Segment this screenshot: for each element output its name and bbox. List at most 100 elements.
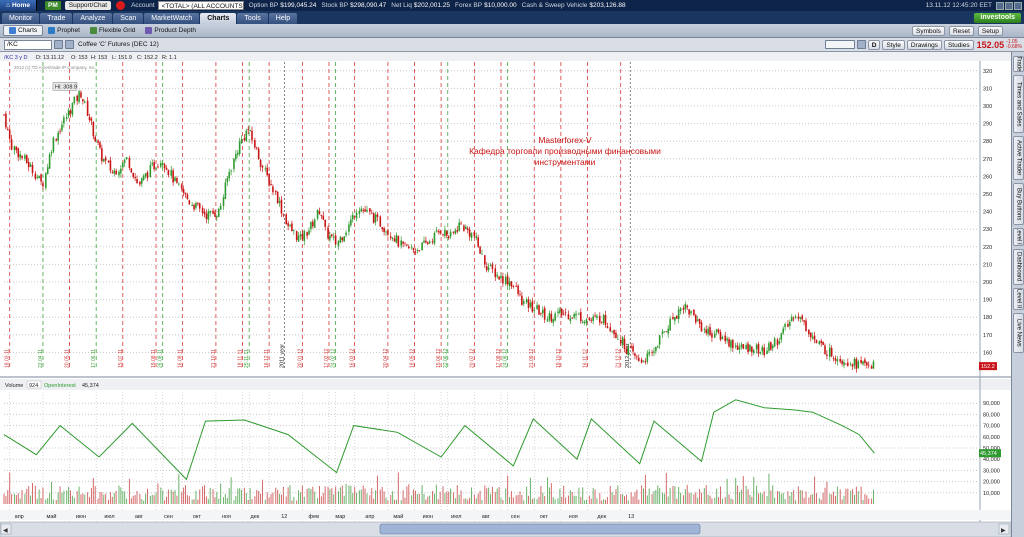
reset-button[interactable]: Reset <box>948 26 974 36</box>
volume-header: Volume 924 OpenInterest 45,374 <box>5 380 99 389</box>
tab-tools[interactable]: Tools <box>237 13 268 24</box>
pm-button[interactable]: PM <box>45 1 61 10</box>
candle-body <box>573 314 575 318</box>
grid-icon[interactable] <box>856 40 866 49</box>
volume-bar <box>688 493 690 504</box>
candle-body <box>609 327 612 332</box>
candle-body <box>339 236 342 243</box>
subtab-prophet[interactable]: Prophet <box>43 25 85 36</box>
candle-body <box>34 173 37 179</box>
volume-bar <box>143 500 145 504</box>
chart-area[interactable]: /KC 3 y D D: 13.11.12 O: 153 H: 153 L: 151.9… <box>0 52 1011 537</box>
rail-live-news[interactable]: Live News <box>1013 313 1024 353</box>
last-price: 152.05 <box>976 39 1005 50</box>
rail-trade[interactable]: Trade <box>1013 56 1024 72</box>
support-chat-button[interactable]: Support/Chat <box>64 1 112 10</box>
candle-body <box>820 340 823 344</box>
candle-body <box>832 358 835 359</box>
candle-body <box>397 236 400 247</box>
volume-bar <box>339 487 341 504</box>
minimize-icon[interactable] <box>996 1 1004 10</box>
price-chart[interactable]: /KC 3 y D D: 13.11.12 O: 153 H: 153 L: 151.9… <box>0 52 1011 537</box>
candle-body <box>214 212 216 217</box>
marker-date-label: 16.09.11 <box>178 349 184 368</box>
candle-body <box>233 158 235 170</box>
link-icon[interactable] <box>65 40 74 49</box>
volume-bar <box>188 496 190 504</box>
volume-bar <box>552 496 554 504</box>
account-select[interactable]: <TOTAL> (ALL ACCOUNTS) <box>157 1 245 10</box>
rail-active-trader[interactable]: Active Trader <box>1013 136 1024 180</box>
volume-bar <box>477 493 479 504</box>
close-icon[interactable] <box>1014 1 1022 10</box>
candle-body <box>780 333 783 340</box>
rail-buy-buttons[interactable]: Buy Buttons <box>1013 183 1024 225</box>
metric-4: Cash & Sweep Vehicle $203,126.88 <box>522 2 626 9</box>
candle-body <box>452 231 455 233</box>
tab-scan[interactable]: Scan <box>113 13 144 24</box>
candle-body <box>491 264 494 270</box>
subtab-flexible-grid[interactable]: Flexible Grid <box>85 25 140 36</box>
symbol-input[interactable]: /KC <box>4 39 52 50</box>
tab-trade[interactable]: Trade <box>40 13 73 24</box>
volume-bar <box>757 493 759 504</box>
candle-body <box>24 155 26 159</box>
subtab-list: Charts Prophet Flexible Grid Product Depth <box>3 25 201 36</box>
candle-body <box>569 318 572 322</box>
tab-help[interactable]: Help <box>268 13 298 24</box>
volume-bar <box>797 486 799 504</box>
candle-body <box>370 212 373 214</box>
tab-monitor[interactable]: Monitor <box>2 13 40 24</box>
candle-body <box>567 314 570 320</box>
volume-bar <box>479 490 481 504</box>
subtab-product-depth[interactable]: Product Depth <box>140 25 201 36</box>
setup-button[interactable]: Setup <box>977 26 1003 36</box>
tab-charts[interactable]: Charts <box>200 13 237 24</box>
rail-times-and-sales[interactable]: Times and Sales <box>1013 75 1024 133</box>
candle-body <box>111 171 114 173</box>
volume-bar <box>780 493 782 504</box>
scrollbar-thumb[interactable] <box>379 523 701 535</box>
candle-body <box>581 321 584 323</box>
candle-body <box>521 295 523 306</box>
volume-bar <box>488 487 490 504</box>
marker-date-label: 18.11.11 <box>238 349 244 368</box>
price-header-field: D: 13.11.12 <box>36 55 64 61</box>
volume-bar <box>205 496 207 504</box>
aggregation-button[interactable]: D <box>867 39 881 50</box>
maximize-icon[interactable] <box>1005 1 1013 10</box>
style-button[interactable]: Style <box>882 39 905 50</box>
candle-body <box>519 293 521 295</box>
symbol-lookup-icon[interactable] <box>54 40 63 49</box>
rail-dashboard[interactable]: Dashboard <box>1013 249 1024 285</box>
volume-bar <box>30 495 32 504</box>
volume-bar <box>707 494 709 504</box>
candle-body <box>709 327 711 335</box>
studies-button[interactable]: Studies <box>943 39 974 50</box>
volume-tick-label: 10,000 <box>983 491 1000 497</box>
rail-level-ii[interactable]: Level II <box>1013 288 1024 310</box>
candle-body <box>623 338 626 349</box>
chart-layout-icon[interactable] <box>824 40 855 49</box>
volume-bar <box>822 492 824 504</box>
candle-body <box>142 175 145 180</box>
candle-body <box>755 344 758 350</box>
home-button[interactable]: ⌂ Home <box>0 0 37 11</box>
candle-body <box>366 209 368 212</box>
subtab-charts[interactable]: Charts <box>3 25 44 36</box>
candle-body <box>682 308 685 310</box>
candle-body <box>216 216 218 218</box>
drawings-button[interactable]: Drawings <box>906 39 942 50</box>
investools-button[interactable]: investools <box>974 13 1021 23</box>
volume-bar <box>427 496 429 504</box>
volume-bar <box>128 478 130 504</box>
tab-analyze[interactable]: Analyze <box>73 13 113 24</box>
tab-marketwatch[interactable]: MarketWatch <box>144 13 200 24</box>
candle-body <box>726 338 728 341</box>
volume-bar <box>787 491 789 504</box>
candle-body <box>313 219 316 228</box>
rail-level-ii[interactable]: Level II <box>1013 228 1024 246</box>
candle-body <box>719 332 722 340</box>
record-icon[interactable] <box>116 1 126 10</box>
symbols-button[interactable]: Symbols <box>912 26 945 36</box>
